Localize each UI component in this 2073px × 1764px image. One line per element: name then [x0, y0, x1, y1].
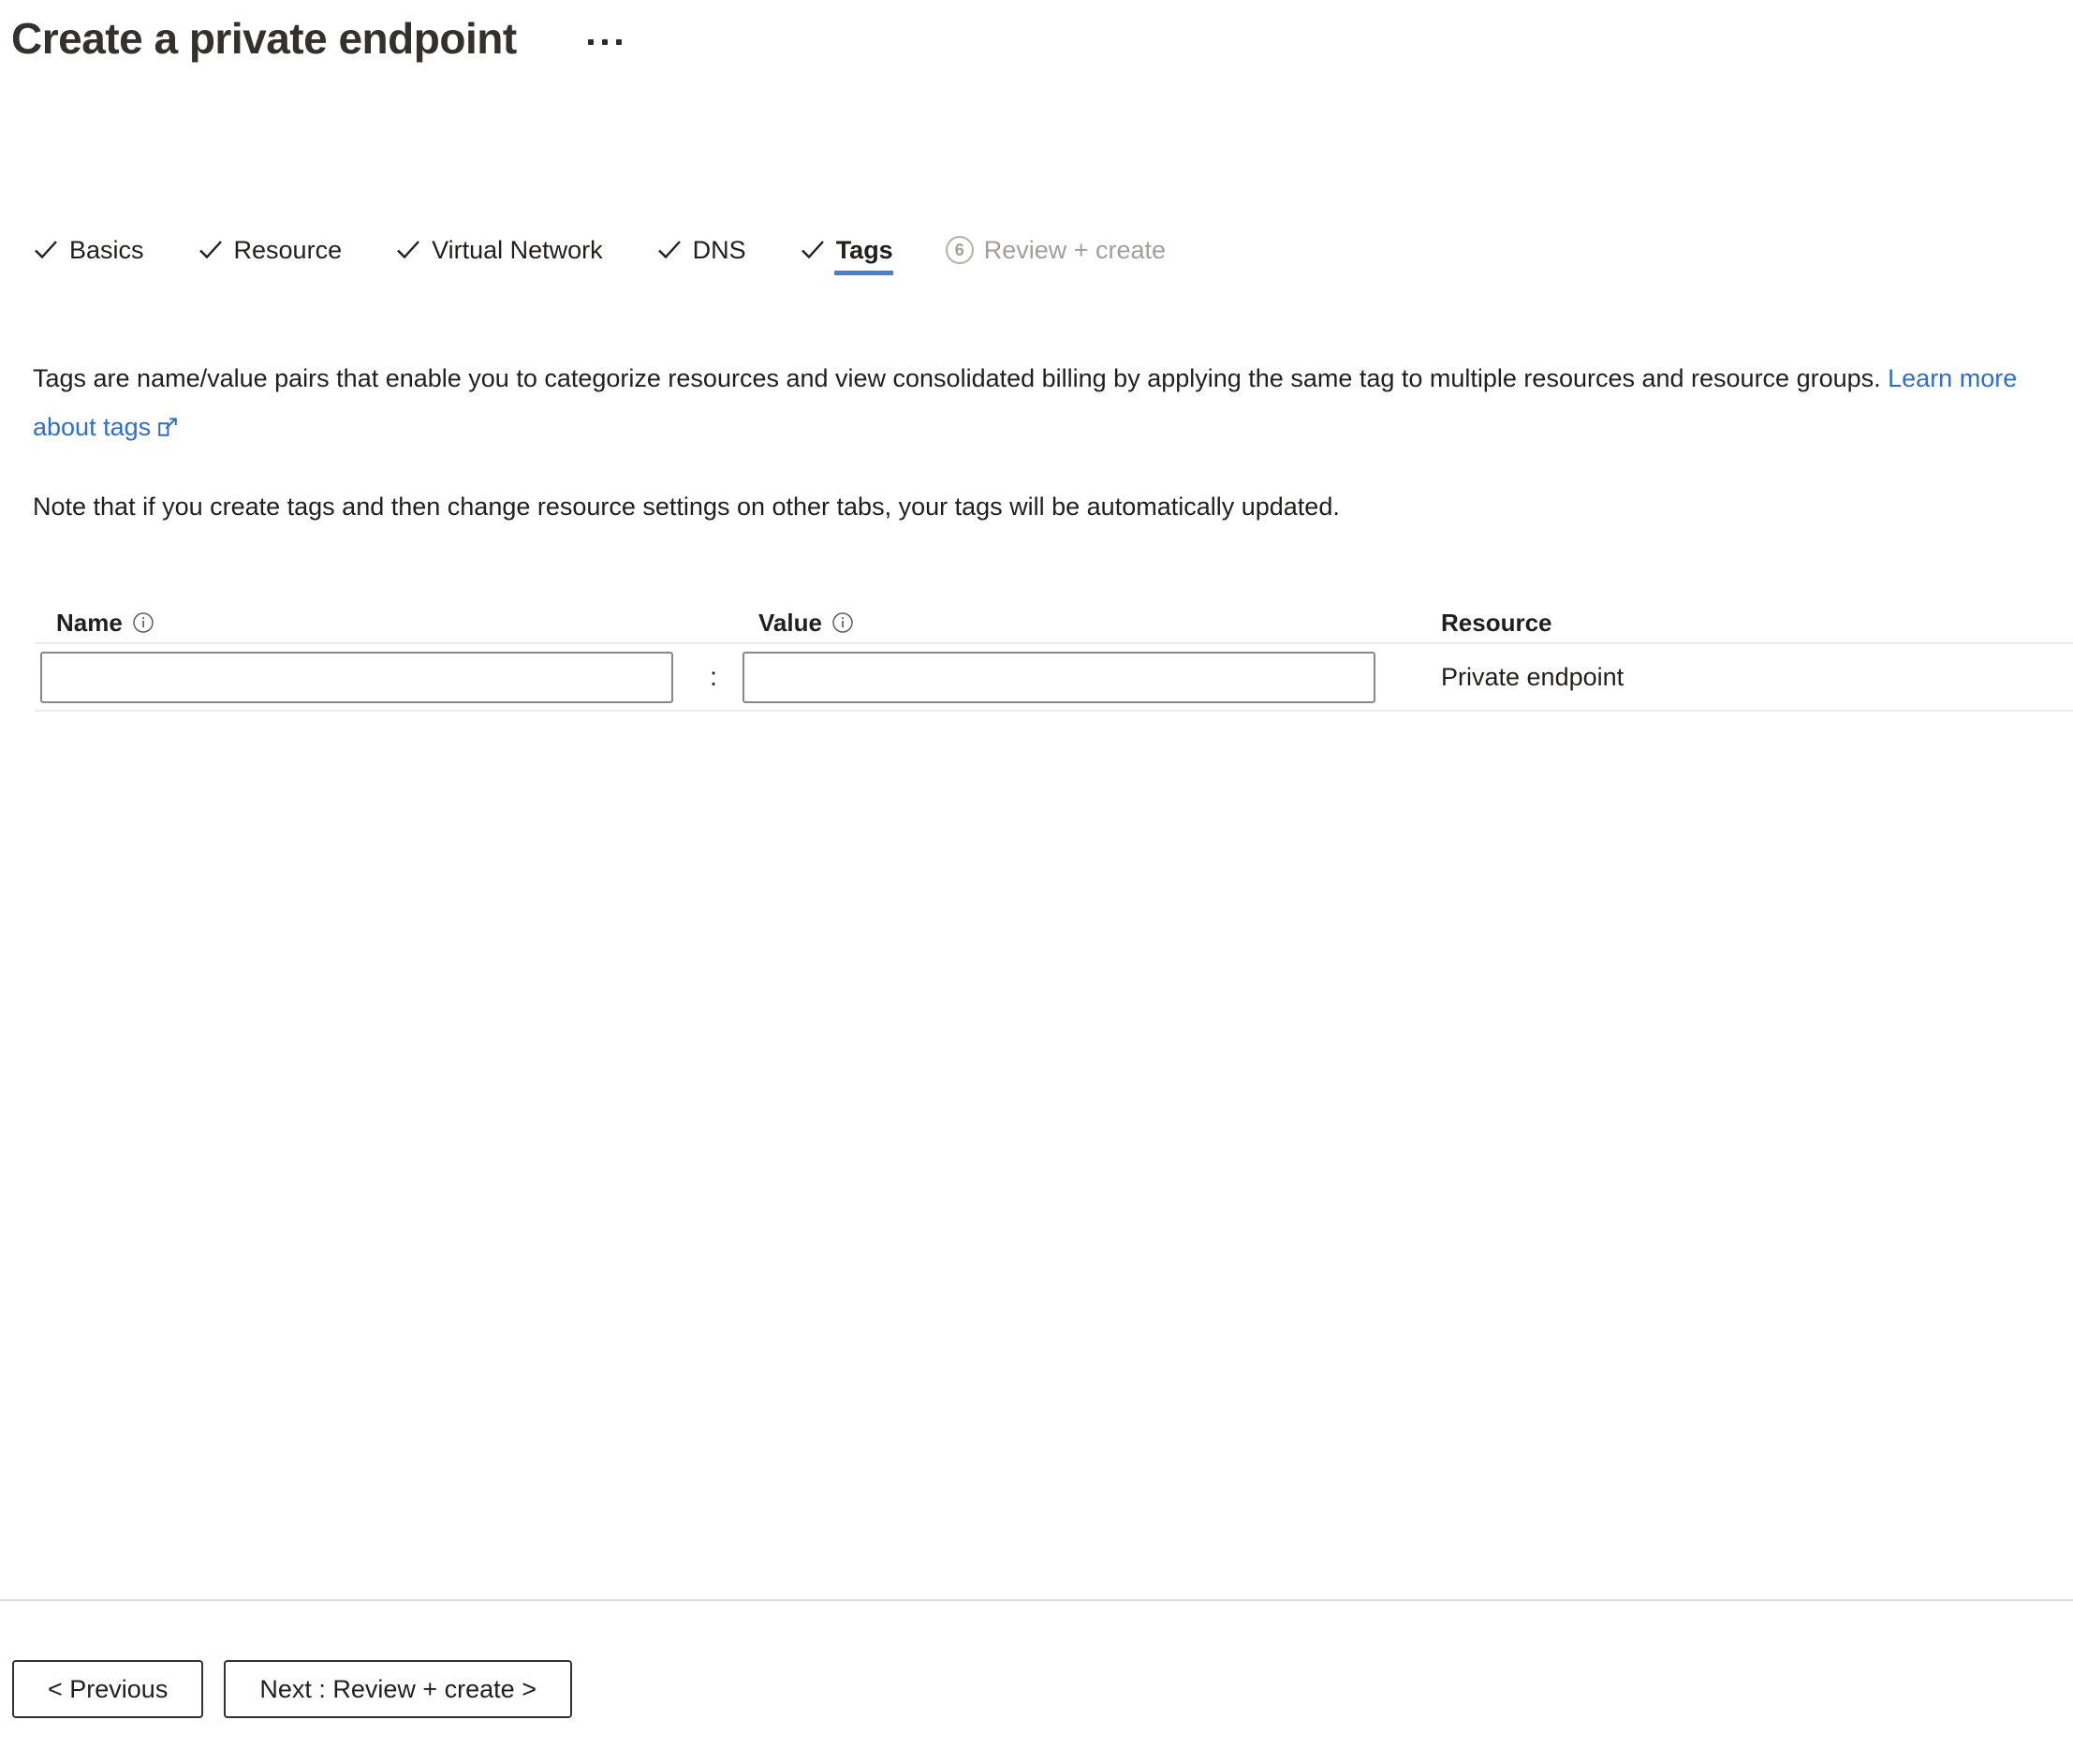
tags-description: Tags are name/value pairs that enable yo… [33, 354, 2046, 451]
tab-resource[interactable]: Resource [197, 235, 343, 283]
more-dot [587, 39, 594, 45]
tag-resource-cell: Private endpoint [1392, 662, 2073, 691]
column-header-value: Value [737, 610, 1392, 642]
check-icon [799, 236, 827, 264]
description-text: Tags are name/value pairs that enable yo… [33, 364, 1889, 392]
column-label: Value [758, 609, 822, 637]
check-icon [197, 236, 225, 264]
tag-value-input[interactable] [742, 651, 1375, 703]
tab-label: Resource [233, 235, 343, 264]
tab-dns[interactable]: DNS [655, 236, 746, 283]
more-options-icon[interactable] [584, 28, 625, 56]
tab-label: Tags [835, 235, 893, 264]
tags-note: Note that if you create tags and then ch… [33, 492, 1340, 521]
next-review-create-button[interactable]: Next : Review + create > [224, 1660, 572, 1718]
page-title: Create a private endpoint [11, 14, 517, 63]
more-dot [601, 39, 608, 45]
tag-name-cell [35, 651, 690, 703]
footer-divider [0, 1599, 2073, 1601]
page-header: Create a private endpoint [11, 6, 625, 71]
check-icon [394, 236, 422, 264]
table-row: : Private endpoint [35, 644, 2073, 712]
tab-virtual-network[interactable]: Virtual Network [394, 236, 603, 283]
tab-review-create[interactable]: 6 Review + create [945, 235, 1167, 283]
previous-button[interactable]: < Previous [12, 1660, 204, 1718]
column-label: Resource [1441, 609, 1552, 637]
check-icon [655, 236, 684, 264]
tab-tags[interactable]: Tags [799, 236, 893, 283]
tags-table: Name Value Resource : Private endpoint [35, 590, 2073, 712]
tab-label: DNS [692, 235, 746, 264]
check-icon [32, 236, 60, 264]
column-label: Name [56, 609, 123, 637]
step-number-badge: 6 [945, 236, 974, 264]
tab-basics[interactable]: Basics [32, 236, 144, 283]
column-header-resource: Resource [1392, 610, 2073, 642]
table-header-row: Name Value Resource [35, 590, 2073, 644]
tab-label: Virtual Network [432, 235, 603, 264]
info-icon[interactable] [132, 611, 154, 634]
more-dot [615, 39, 622, 45]
active-tab-underline [833, 271, 893, 275]
wizard-footer: < Previous Next : Review + create > [12, 1660, 572, 1718]
tag-pair-separator: : [710, 662, 717, 691]
info-icon[interactable] [831, 611, 854, 634]
column-header-name: Name [35, 610, 690, 642]
resource-label: Private endpoint [1441, 662, 1625, 691]
tag-name-input[interactable] [40, 651, 673, 703]
tab-label: Basics [69, 235, 144, 264]
external-link-icon[interactable] [157, 404, 178, 436]
wizard-tabs: Basics Resource Virtual Network DNS Tags… [32, 236, 1166, 300]
tag-value-cell [737, 651, 1392, 703]
tab-label: Review + create [983, 235, 1167, 264]
